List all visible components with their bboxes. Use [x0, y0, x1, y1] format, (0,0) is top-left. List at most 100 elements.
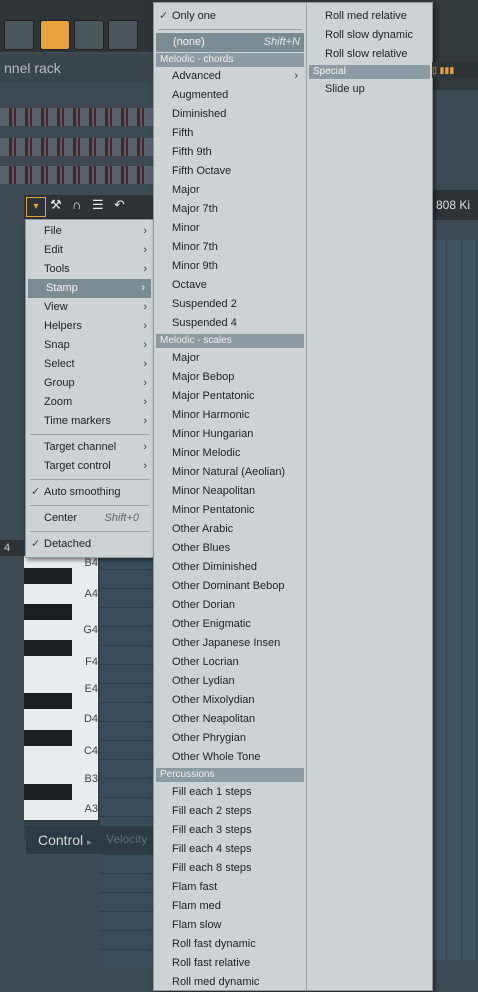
menu-dropdown-icon[interactable]: ▾ — [26, 197, 46, 217]
undo-icon[interactable]: ↶ — [114, 197, 125, 213]
percussion-item[interactable]: Fill each 3 steps — [154, 821, 304, 840]
chord-item[interactable]: Major 7th — [154, 200, 304, 219]
percussion-item[interactable]: Roll slow dynamic — [307, 26, 432, 45]
step-row[interactable] — [0, 138, 160, 156]
black-key[interactable] — [24, 730, 72, 746]
stamp-only-one[interactable]: ✓ Only one — [154, 7, 304, 26]
note-grid[interactable] — [432, 240, 478, 960]
chord-item[interactable]: Fifth — [154, 124, 304, 143]
column-divider — [306, 3, 307, 990]
menu-item-snap[interactable]: Snap › — [26, 336, 153, 355]
percussion-item[interactable]: Roll med relative — [307, 7, 432, 26]
black-key[interactable] — [24, 693, 72, 709]
scale-item[interactable]: Other Enigmatic — [154, 615, 304, 634]
menu-item-stamp[interactable]: Stamp › — [28, 279, 151, 298]
scale-item[interactable]: Other Neapolitan — [154, 710, 304, 729]
menu-item-view[interactable]: View › — [26, 298, 153, 317]
piano-roll-icon[interactable] — [40, 20, 70, 50]
menu-item-time-markers[interactable]: Time markers › — [26, 412, 153, 431]
chord-item[interactable]: Suspended 4 — [154, 314, 304, 333]
scale-item[interactable]: Other Blues — [154, 539, 304, 558]
scale-item[interactable]: Other Japanese Insen — [154, 634, 304, 653]
scale-item[interactable]: Other Dominant Bebop — [154, 577, 304, 596]
key-label: A3 — [84, 803, 98, 815]
step-row[interactable] — [0, 166, 160, 184]
step-row[interactable] — [0, 108, 160, 126]
black-key[interactable] — [24, 640, 72, 656]
scale-item[interactable]: Major Pentatonic — [154, 387, 304, 406]
arrow-right-icon[interactable] — [74, 20, 104, 50]
chord-item[interactable]: Augmented — [154, 86, 304, 105]
scale-item[interactable]: Other Mixolydian — [154, 691, 304, 710]
scale-item[interactable]: Minor Neapolitan — [154, 482, 304, 501]
velocity-label: Velocity — [106, 832, 148, 846]
percussion-item[interactable]: Roll fast relative — [154, 954, 304, 973]
scale-item[interactable]: Major Bebop — [154, 368, 304, 387]
menu-separator — [30, 479, 149, 480]
plugin-icon[interactable] — [108, 20, 138, 50]
scale-item[interactable]: Minor Pentatonic — [154, 501, 304, 520]
chevron-right-icon: › — [143, 339, 147, 351]
stamp-none[interactable]: (none) Shift+N — [156, 33, 304, 52]
menu-item-file[interactable]: File › — [26, 222, 153, 241]
scale-item[interactable]: Other Phrygian — [154, 729, 304, 748]
menu-separator — [158, 29, 302, 30]
chevron-right-icon: › — [143, 460, 147, 472]
scale-item[interactable]: Other Locrian — [154, 653, 304, 672]
scale-item[interactable]: Minor Melodic — [154, 444, 304, 463]
scale-item[interactable]: Minor Harmonic — [154, 406, 304, 425]
menu-item-tools[interactable]: Tools › — [26, 260, 153, 279]
black-key[interactable] — [24, 568, 72, 584]
toolbar-button[interactable] — [4, 20, 34, 50]
percussion-item[interactable]: Flam slow — [154, 916, 304, 935]
percussion-item[interactable]: Fill each 1 steps — [154, 783, 304, 802]
chord-item[interactable]: Major — [154, 181, 304, 200]
wrench-icon[interactable]: ⚒ — [50, 197, 62, 213]
menu-item-center[interactable]: Center Shift+0 — [26, 509, 153, 528]
chevron-right-icon: › — [143, 263, 147, 275]
magnet-icon[interactable]: ∩ — [72, 197, 81, 212]
percussion-item[interactable]: Roll med dynamic — [154, 973, 304, 992]
percussion-item[interactable]: Fill each 4 steps — [154, 840, 304, 859]
menu-item-helpers[interactable]: Helpers › — [26, 317, 153, 336]
percussion-item[interactable]: Fill each 8 steps — [154, 859, 304, 878]
percussion-item[interactable]: Flam med — [154, 897, 304, 916]
menu-item-edit[interactable]: Edit › — [26, 241, 153, 260]
playlist-icon[interactable]: ☰ — [92, 197, 104, 213]
chord-item[interactable]: Minor — [154, 219, 304, 238]
chord-item[interactable]: Fifth 9th — [154, 143, 304, 162]
menu-item-auto-smoothing[interactable]: ✓ Auto smoothing — [26, 483, 153, 502]
chord-item[interactable]: Minor 7th — [154, 238, 304, 257]
black-key[interactable] — [24, 604, 72, 620]
section-header-scales: Melodic - scales — [156, 334, 304, 348]
note-grid[interactable] — [100, 556, 160, 968]
section-header-special: Special — [309, 65, 430, 79]
chord-item[interactable]: Advanced › — [154, 67, 304, 86]
menu-item-detached[interactable]: ✓ Detached — [26, 535, 153, 554]
percussion-item[interactable]: Roll fast dynamic — [154, 935, 304, 954]
scale-item[interactable]: Minor Natural (Aeolian) — [154, 463, 304, 482]
scale-item[interactable]: Major — [154, 349, 304, 368]
scale-item[interactable]: Other Lydian — [154, 672, 304, 691]
percussion-item[interactable]: Roll slow relative — [307, 45, 432, 64]
percussion-item[interactable]: Fill each 2 steps — [154, 802, 304, 821]
black-key[interactable] — [24, 784, 72, 800]
menu-item-select[interactable]: Select › — [26, 355, 153, 374]
chord-item[interactable]: Suspended 2 — [154, 295, 304, 314]
chord-item[interactable]: Fifth Octave — [154, 162, 304, 181]
toolbar-icons[interactable]: ▯ ▮▮▮ — [432, 62, 478, 78]
scale-item[interactable]: Other Whole Tone — [154, 748, 304, 767]
special-item[interactable]: Slide up — [307, 80, 432, 99]
menu-item-zoom[interactable]: Zoom › — [26, 393, 153, 412]
percussion-item[interactable]: Flam fast — [154, 878, 304, 897]
menu-item-target-control[interactable]: Target control › — [26, 457, 153, 476]
chord-item[interactable]: Diminished — [154, 105, 304, 124]
chord-item[interactable]: Minor 9th — [154, 257, 304, 276]
scale-item[interactable]: Other Arabic — [154, 520, 304, 539]
scale-item[interactable]: Minor Hungarian — [154, 425, 304, 444]
menu-item-group[interactable]: Group › — [26, 374, 153, 393]
chord-item[interactable]: Octave — [154, 276, 304, 295]
scale-item[interactable]: Other Dorian — [154, 596, 304, 615]
menu-item-target-channel[interactable]: Target channel › — [26, 438, 153, 457]
scale-item[interactable]: Other Diminished — [154, 558, 304, 577]
